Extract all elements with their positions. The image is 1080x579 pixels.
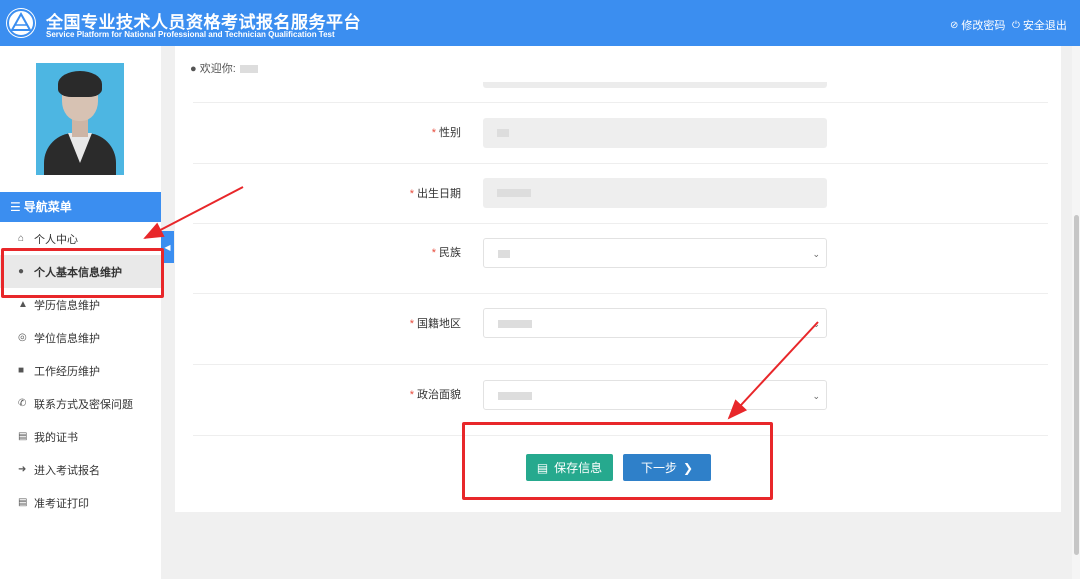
political-status-select[interactable]: ⌄: [483, 380, 827, 410]
certificate-icon: ▤: [18, 431, 28, 442]
edit-icon: ⊘: [950, 19, 959, 31]
ethnicity-select[interactable]: ⌄: [483, 238, 827, 268]
username-redacted: [239, 65, 258, 74]
nav-menu-title: 导航菜单: [23, 200, 72, 214]
row-divider: [193, 293, 1048, 294]
row-divider: [193, 102, 1048, 103]
nationality-select[interactable]: ⌄: [483, 308, 827, 338]
change-password-label: 修改密码: [961, 20, 1006, 32]
sidebar-item-label: 进入考试报名: [34, 464, 100, 477]
menu-icon: ☰: [10, 200, 21, 214]
highlight-action-buttons: [462, 422, 773, 500]
scrollbar-thumb[interactable]: [1074, 215, 1079, 555]
sidebar-item-label: 工作经历维护: [34, 365, 100, 378]
welcome-label: 欢迎你:: [199, 63, 236, 75]
sidebar-item-label: 学位信息维护: [34, 332, 100, 345]
medal-icon: ◎: [18, 332, 27, 343]
chevron-down-icon: ⌄: [812, 249, 820, 259]
sidebar-item-label: 准考证打印: [34, 497, 89, 510]
logout-link[interactable]: ⏻ 安全退出: [1012, 17, 1067, 33]
arrow-circle-icon: ➜: [18, 464, 27, 475]
top-header: 全国专业技术人员资格考试报名服务平台 Service Platform for …: [0, 0, 1080, 46]
sidebar-item-admission-print[interactable]: ▤ 准考证打印: [0, 486, 161, 519]
sidebar-item-work-experience[interactable]: ■ 工作经历维护: [0, 354, 161, 387]
platform-subtitle: Service Platform for National Profession…: [46, 30, 335, 39]
sidebar-item-certificates[interactable]: ▤ 我的证书: [0, 420, 161, 453]
avatar: [36, 63, 124, 175]
highlight-basic-info: [1, 248, 164, 298]
row-divider: [193, 163, 1048, 164]
briefcase-icon: ■: [18, 365, 25, 376]
gender-label: * 性别: [431, 127, 461, 139]
sidebar-item-contact[interactable]: ✆ 联系方式及密保问题: [0, 387, 161, 420]
row-divider: [193, 364, 1048, 365]
nationality-label: * 国籍地区: [409, 318, 461, 330]
change-password-link[interactable]: ⊘ 修改密码: [950, 17, 1005, 33]
platform-logo: [6, 8, 36, 38]
chevron-down-icon: ⌄: [812, 391, 820, 401]
home-icon: ⌂: [18, 233, 25, 244]
sidebar-item-exam-registration[interactable]: ➜ 进入考试报名: [0, 453, 161, 486]
previous-field-stub: [483, 82, 827, 88]
sidebar-item-label: 我的证书: [34, 431, 78, 444]
user-icon: ●: [190, 63, 197, 75]
sidebar-item-label: 联系方式及密保问题: [34, 398, 133, 411]
sidebar-item-label: 个人中心: [34, 233, 78, 246]
birth-date-field: [483, 178, 827, 208]
chevron-down-icon: ⌄: [812, 319, 820, 329]
sidebar-item-degree[interactable]: ◎ 学位信息维护: [0, 321, 161, 354]
sidebar: ☰ 导航菜单 ⌂ 个人中心 ● 个人基本信息维护 ▲ 学历信息维护 ◎ 学位信息维…: [0, 46, 161, 579]
print-icon: ▤: [18, 497, 28, 508]
caret-left-icon: ◀: [164, 242, 171, 252]
nav-menu-header: ☰ 导航菜单: [0, 192, 161, 222]
gender-field: [483, 118, 827, 148]
logout-label: 安全退出: [1022, 20, 1067, 32]
political-status-label: * 政治面貌: [409, 389, 461, 401]
birth-date-label: * 出生日期: [409, 188, 461, 200]
ethnicity-label: * 民族: [431, 247, 461, 259]
welcome-text: ● 欢迎你:: [190, 60, 258, 76]
power-icon: ⏻: [1012, 19, 1020, 31]
row-divider: [193, 223, 1048, 224]
graduation-cap-icon: ▲: [18, 299, 28, 310]
phone-icon: ✆: [18, 398, 27, 409]
sidebar-item-label: 学历信息维护: [34, 299, 100, 312]
